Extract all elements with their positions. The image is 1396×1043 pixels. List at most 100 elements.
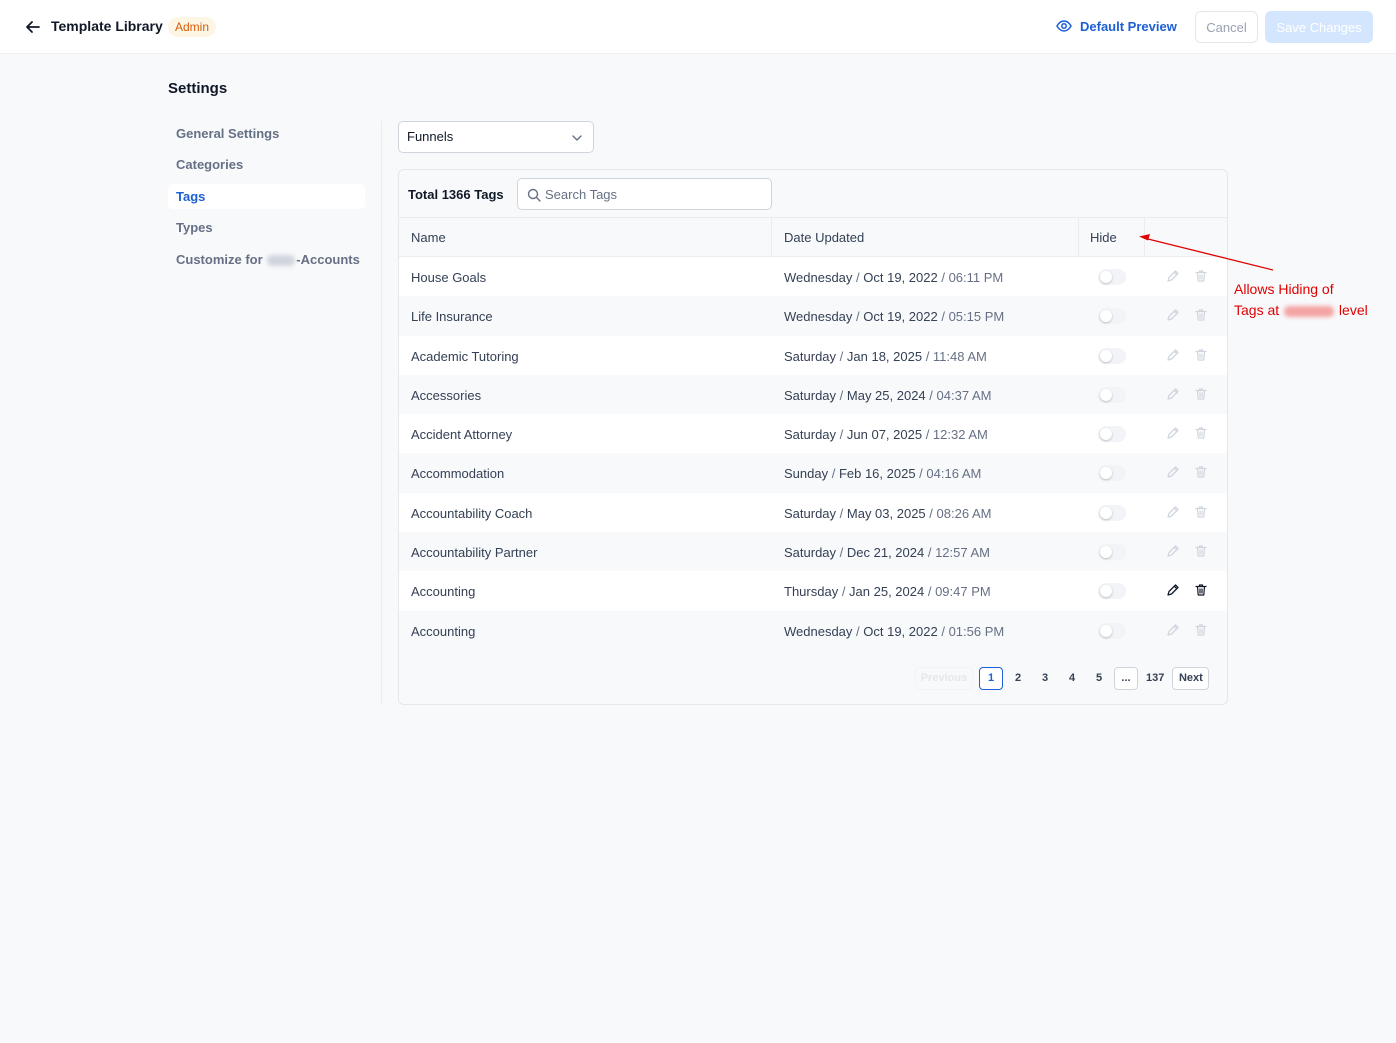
date-separator: / xyxy=(937,270,949,285)
hide-toggle[interactable] xyxy=(1098,386,1126,403)
tag-name: Accountability Partner xyxy=(411,545,538,561)
delete-trash-icon[interactable] xyxy=(1194,544,1208,558)
date-day: Wednesday xyxy=(784,623,853,639)
edit-pencil-icon[interactable] xyxy=(1166,623,1180,637)
column-header-hide: Hide xyxy=(1090,230,1117,245)
delete-trash-icon[interactable] xyxy=(1194,269,1208,283)
delete-trash-icon[interactable] xyxy=(1194,387,1208,401)
search-icon xyxy=(527,188,541,202)
table-row: Accountability Partner Saturday / Dec 21… xyxy=(399,532,1227,571)
default-preview-link[interactable]: Default Preview xyxy=(1056,18,1177,34)
product-type-value: Funnels xyxy=(407,129,454,144)
page-button-4[interactable]: 4 xyxy=(1060,667,1084,690)
hide-toggle[interactable] xyxy=(1098,544,1126,561)
date-separator: / xyxy=(925,387,937,403)
edit-pencil-icon[interactable] xyxy=(1166,505,1180,519)
column-header-date-updated: Date Updated xyxy=(784,230,865,245)
edit-pencil-icon[interactable] xyxy=(1166,544,1180,558)
date-time: 06:11 PM xyxy=(948,270,1004,285)
table-header: Name Date Updated Hide xyxy=(399,217,1227,257)
annotation-note: Allows Hiding of Tags at level xyxy=(1234,279,1384,321)
edit-pencil-icon[interactable] xyxy=(1166,465,1180,479)
annotation-line-2: Tags at level xyxy=(1234,300,1384,321)
hide-toggle[interactable] xyxy=(1098,504,1126,521)
date-time: 11:48 AM xyxy=(932,348,987,364)
search-tags-input[interactable] xyxy=(545,185,765,203)
date-value: Feb 16, 2025 xyxy=(838,466,916,482)
nav-item-customize-accounts[interactable]: Customize for -Accounts xyxy=(168,247,365,272)
delete-trash-icon[interactable] xyxy=(1194,583,1208,597)
delete-trash-icon[interactable] xyxy=(1194,505,1208,519)
page-ellipsis-button[interactable]: ... xyxy=(1114,666,1138,690)
table-row: Accommodation Sunday / Feb 16, 2025 / 04… xyxy=(399,453,1227,492)
edit-pencil-icon[interactable] xyxy=(1166,308,1180,322)
hide-toggle[interactable] xyxy=(1098,269,1126,285)
date-updated: Thursday / Jan 25, 2024 / 09:47 PM xyxy=(784,584,991,599)
nav-item-types[interactable]: Types xyxy=(168,215,365,240)
cancel-button[interactable]: Cancel xyxy=(1195,11,1258,43)
delete-trash-icon[interactable] xyxy=(1194,465,1208,479)
date-time: 12:32 AM xyxy=(932,427,988,443)
nav-item-categories[interactable]: Categories xyxy=(168,152,365,177)
tags-table-card: Total 1366 Tags Name Date Updated Hide H… xyxy=(398,169,1228,705)
edit-pencil-icon[interactable] xyxy=(1166,387,1180,401)
previous-page-button[interactable]: Previous xyxy=(915,666,973,690)
date-updated: Saturday / Jun 07, 2025 / 12:32 AM xyxy=(784,427,988,442)
date-time: 05:15 PM xyxy=(948,309,1005,325)
date-day: Saturday xyxy=(784,427,837,443)
page-button-5[interactable]: 5 xyxy=(1087,667,1111,690)
edit-pencil-icon[interactable] xyxy=(1166,348,1180,362)
date-time: 09:47 PM xyxy=(935,584,991,600)
app-title: Template Library xyxy=(51,18,163,34)
table-row: Accident Attorney Saturday / Jun 07, 202… xyxy=(399,414,1227,454)
date-separator: / xyxy=(852,623,864,639)
date-separator: / xyxy=(915,466,927,482)
hide-toggle[interactable] xyxy=(1098,426,1126,443)
date-separator: / xyxy=(937,309,949,325)
table-row: Accounting Thursday / Jan 25, 2024 / 09:… xyxy=(399,571,1227,611)
delete-trash-icon[interactable] xyxy=(1194,426,1208,440)
date-day: Wednesday xyxy=(784,270,853,285)
next-page-button[interactable]: Next xyxy=(1172,666,1210,690)
column-separator xyxy=(1144,218,1145,257)
delete-trash-icon[interactable] xyxy=(1194,623,1208,637)
product-type-select[interactable]: Funnels xyxy=(398,121,594,153)
edit-pencil-icon[interactable] xyxy=(1166,269,1180,283)
hide-toggle[interactable] xyxy=(1098,347,1126,364)
top-bar: Template Library Admin Default Preview C… xyxy=(0,0,1396,54)
date-separator: / xyxy=(925,505,937,521)
date-updated: Sunday / Feb 16, 2025 / 04:16 AM xyxy=(784,466,981,481)
date-updated: Saturday / May 25, 2024 / 04:37 AM xyxy=(784,388,991,403)
save-changes-button[interactable]: Save Changes xyxy=(1265,11,1373,43)
hide-toggle[interactable] xyxy=(1098,622,1126,639)
date-value: Jun 07, 2025 xyxy=(846,427,923,443)
date-day: Saturday xyxy=(784,387,837,403)
back-arrow-icon[interactable] xyxy=(24,18,42,36)
search-box[interactable] xyxy=(517,178,772,210)
annotation-line-1: Allows Hiding of xyxy=(1234,281,1334,297)
edit-pencil-icon[interactable] xyxy=(1166,583,1180,597)
hide-toggle[interactable] xyxy=(1098,308,1126,325)
page-button-2[interactable]: 2 xyxy=(1006,667,1030,690)
delete-trash-icon[interactable] xyxy=(1194,348,1208,362)
date-updated: Saturday / May 03, 2025 / 08:26 AM xyxy=(784,506,991,521)
page-button-last[interactable]: 137 xyxy=(1141,667,1169,690)
hide-toggle[interactable] xyxy=(1098,465,1126,482)
table-row: Life Insurance Wednesday / Oct 19, 2022 … xyxy=(399,296,1227,335)
annotation-line-2-end: level xyxy=(1338,302,1368,318)
page-button-1[interactable]: 1 xyxy=(979,666,1003,690)
hide-toggle[interactable] xyxy=(1098,583,1126,600)
date-value: Oct 19, 2022 xyxy=(863,623,938,639)
date-updated: Wednesday / Oct 19, 2022 / 01:56 PM xyxy=(784,624,1004,639)
redacted-text xyxy=(1284,305,1335,317)
date-day: Saturday xyxy=(784,545,837,561)
column-header-name: Name xyxy=(411,230,446,245)
delete-trash-icon[interactable] xyxy=(1194,308,1208,322)
edit-pencil-icon[interactable] xyxy=(1166,426,1180,440)
date-separator: / xyxy=(836,387,847,403)
date-time: 04:37 AM xyxy=(936,387,992,403)
nav-item-tags[interactable]: Tags xyxy=(168,183,365,209)
nav-item-general-settings[interactable]: General Settings xyxy=(168,121,365,146)
date-updated: Wednesday / Oct 19, 2022 / 06:11 PM xyxy=(784,270,1003,285)
page-button-3[interactable]: 3 xyxy=(1033,667,1057,690)
